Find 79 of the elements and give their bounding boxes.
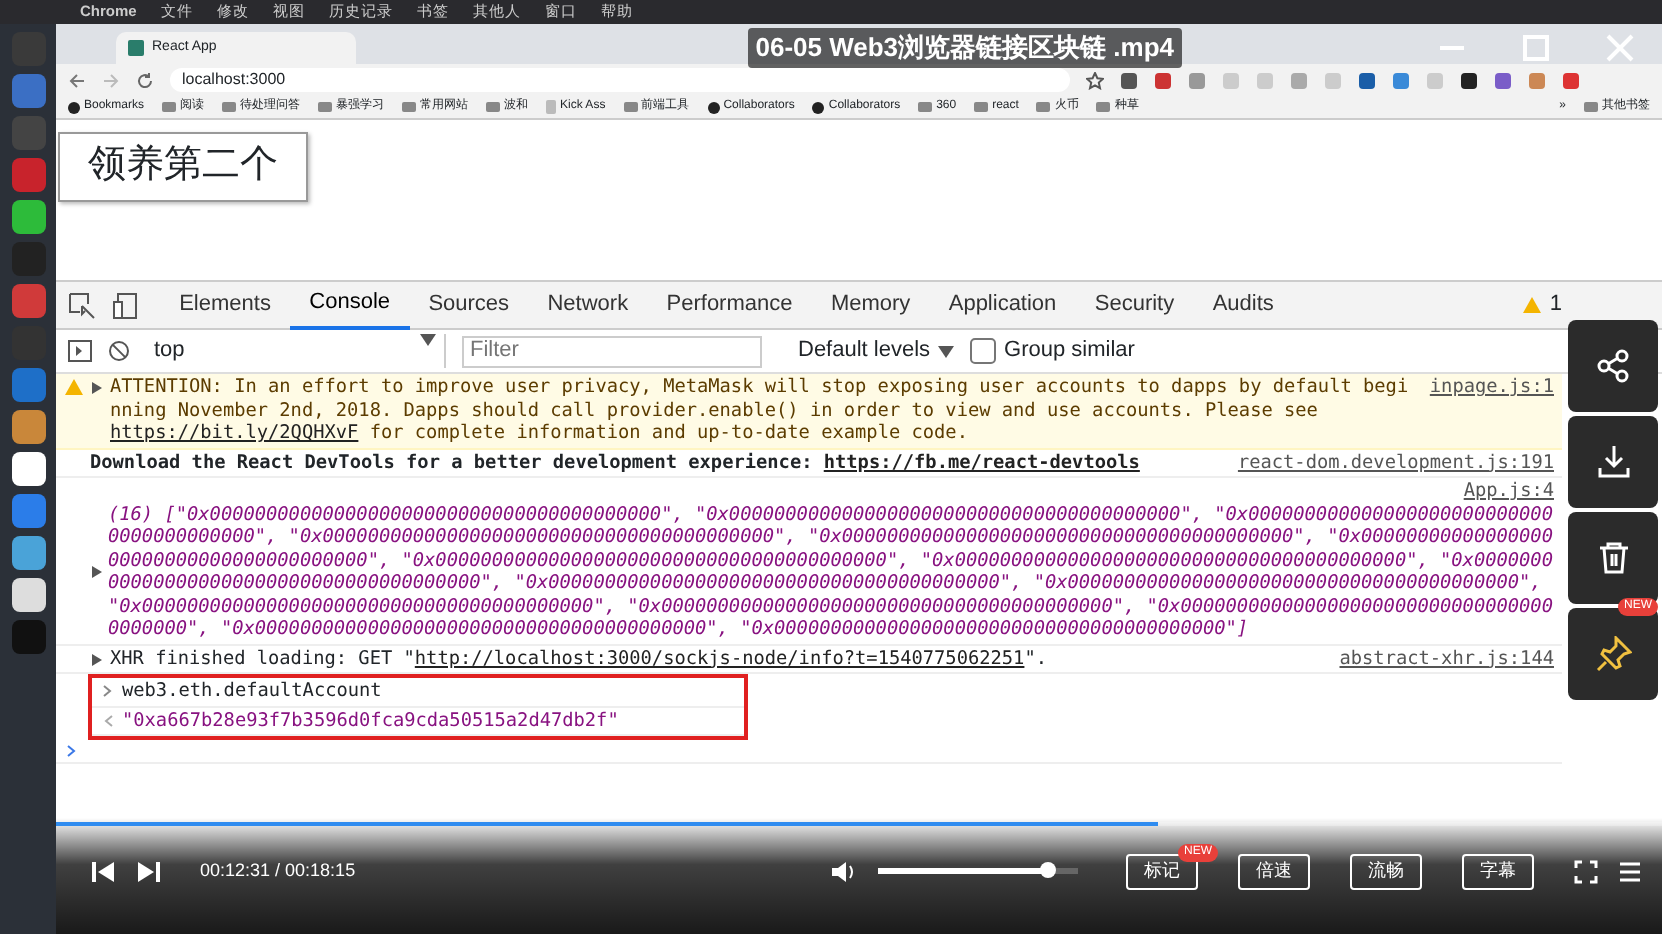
filter-field[interactable]: Filter: [462, 335, 762, 367]
array-output: (16) ["0x0000000000000000000000000000000000000000", "0x0000000000000000000000000000000000000000", "0x0000000000000000000000000000000000000000", "0x0000000000000000000000000000000000000000", "0x0000000000000000000000000000000000000000", "0x0000000000000000000000000000000000000000", "0x0000000000000000000000000000000000000000", "0x0000000000000000000000000000000000000000", "0x0000000000000000000000000000000000000000", "0x0000000000000000000000000000000000000000", "0x0000000000000000000000000000000000000000", "0x0000000000000000000000000000000000000000", "0x0000000000000000000000000000000000000000", "0x0000000000000000000000000000000000000000", "0x0000000000000000000000000000000000000000", "0x0000000000000000000000000000000000000000"]: [108, 503, 1554, 641]
devtools-tab[interactable]: Sources: [409, 281, 529, 329]
log-message: Download the React DevTools for a better development experience: https://fb.me/react-devtools: [90, 451, 1140, 473]
app-icon[interactable]: [11, 452, 45, 486]
message-link[interactable]: https://fb.me/react-devtools: [823, 451, 1140, 473]
player-button[interactable]: 倍速: [1238, 854, 1310, 889]
device-icon[interactable]: [112, 291, 140, 319]
warning-count: 1: [1549, 290, 1562, 321]
folder-icon: [1096, 102, 1111, 112]
message-link[interactable]: https://bit.ly/2QQHXvF: [110, 422, 359, 444]
url-field[interactable]: localhost:3000: [170, 68, 1070, 92]
group-similar-checkbox[interactable]: [970, 338, 997, 364]
playlist-icon[interactable]: [1618, 859, 1642, 884]
log-message: ATTENTION: In an effort to improve user privacy, MetaMask will stop exposing user accounts to dapps by default beginning November 2nd, 2018. Dapps should call provider.enable() in order to view and use accounts. Please see https://bit.ly/2QQHXvF for complete information and up-to-date example code.: [110, 376, 1409, 444]
clear-icon[interactable]: [108, 340, 130, 362]
devtools-tab[interactable]: Audits: [1193, 281, 1293, 329]
sidebar-toggle-icon[interactable]: [68, 340, 92, 362]
devtools-tab[interactable]: Memory: [811, 281, 930, 329]
inspect-icon[interactable]: [68, 291, 96, 319]
next-icon[interactable]: [136, 859, 160, 884]
devtools-tab[interactable]: Console: [290, 281, 410, 329]
adopt-button[interactable]: 领养第二个: [58, 132, 308, 201]
folder-icon: [1036, 102, 1051, 112]
pin-button[interactable]: [1568, 608, 1658, 700]
folder-icon: [162, 102, 177, 112]
devtools-tab[interactable]: Network: [528, 281, 648, 329]
caret-icon: [938, 345, 955, 357]
fullscreen-icon[interactable]: [1574, 859, 1598, 884]
favicon-icon: [128, 40, 144, 56]
player-button[interactable]: 字幕: [1462, 854, 1534, 889]
prompt-icon: [100, 682, 116, 700]
context-value: top: [154, 336, 185, 367]
source-link[interactable]: react-dom.development.js:191: [1237, 451, 1554, 474]
folder-icon: [623, 102, 638, 112]
folder-icon: [222, 102, 237, 112]
folder-icon: [318, 102, 333, 112]
message-link[interactable]: http://localhost:3000/sockjs-node/info?t=1540775062251: [414, 647, 1025, 669]
download-button[interactable]: [1568, 416, 1658, 508]
download-icon: [1595, 444, 1631, 480]
video-title: 06-05 Web3浏览器链接区块链 .mp4: [747, 28, 1182, 67]
pin-icon: [1595, 636, 1631, 672]
delete-button[interactable]: [1568, 512, 1658, 604]
group-similar-label: Group similar: [1004, 336, 1135, 367]
warning-icon: [64, 378, 84, 396]
expand-arrow-icon[interactable]: [90, 651, 104, 667]
folder-icon: [402, 102, 417, 112]
folder-icon: [974, 102, 989, 112]
folder-icon: [486, 102, 501, 112]
context-select[interactable]: top: [146, 334, 446, 368]
expand-arrow-icon[interactable]: [90, 380, 104, 396]
caret-icon: [420, 334, 436, 347]
player-button[interactable]: 流畅: [1350, 854, 1422, 889]
console-command: web3.eth.defaultAccount: [122, 680, 382, 702]
folder-icon: [1584, 102, 1598, 112]
previous-icon[interactable]: [92, 859, 116, 884]
network-message: XHR finished loading: GET "http://localhost:3000/sockjs-node/info?t=1540775062251".: [110, 647, 1047, 669]
devtools-tab[interactable]: Elements: [160, 281, 291, 329]
back-icon[interactable]: [68, 71, 86, 89]
levels-dropdown[interactable]: Default levels: [798, 334, 955, 368]
playback-time: 00:12:31 / 00:18:15: [200, 858, 356, 884]
source-link[interactable]: inpage.js:1: [1429, 376, 1554, 399]
expand-arrow-icon[interactable]: [90, 564, 104, 580]
trash-icon: [1595, 540, 1631, 576]
share-button[interactable]: [1568, 320, 1658, 412]
console-result: "0xa667b28e93f7b3596d0fca9cda50515a2d47db2f": [122, 709, 619, 731]
devtools-tab[interactable]: Application: [929, 281, 1076, 329]
source-link[interactable]: App.js:4: [106, 480, 1554, 503]
devtools-tab[interactable]: Performance: [647, 281, 812, 329]
page-icon: [546, 100, 557, 114]
folder-icon: [918, 102, 933, 112]
volume-icon[interactable]: [830, 859, 858, 884]
result-icon: [100, 711, 116, 729]
prompt-icon[interactable]: [64, 742, 80, 760]
source-link[interactable]: abstract-xhr.js:144: [1339, 647, 1554, 670]
app-icon[interactable]: [11, 578, 45, 612]
devtools-tab[interactable]: Security: [1075, 281, 1194, 329]
reload-icon[interactable]: [136, 71, 154, 89]
share-icon: [1595, 348, 1631, 384]
